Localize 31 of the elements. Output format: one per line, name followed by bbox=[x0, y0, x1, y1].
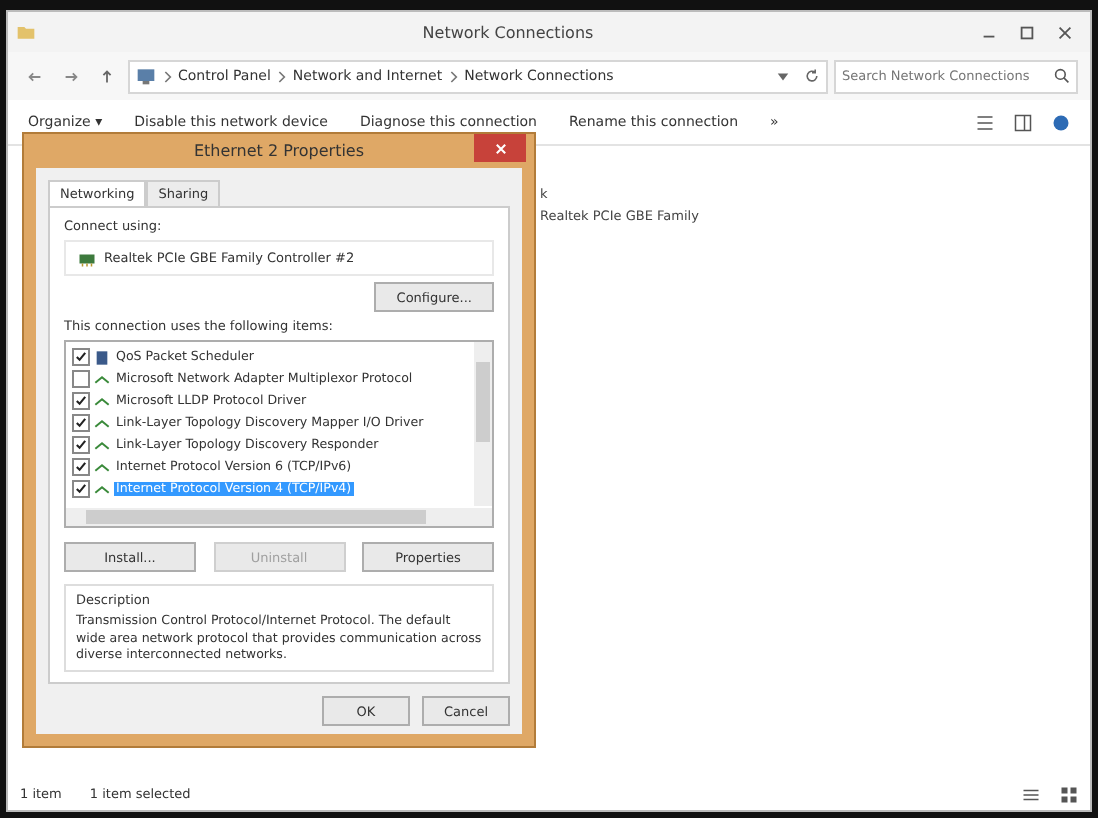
chevron-icon bbox=[448, 69, 459, 83]
checkbox[interactable] bbox=[72, 480, 90, 499]
tiles-view-icon[interactable] bbox=[1060, 785, 1078, 803]
up-arrow-icon[interactable] bbox=[98, 67, 116, 85]
chevron-icon bbox=[162, 69, 172, 83]
close-button[interactable] bbox=[474, 134, 526, 162]
folder-icon bbox=[16, 22, 36, 42]
chevron-icon bbox=[276, 69, 287, 83]
dialog-title: Ethernet 2 Properties bbox=[193, 142, 365, 161]
details-view-icon[interactable] bbox=[1022, 785, 1040, 803]
dropdown-icon[interactable] bbox=[776, 69, 790, 83]
close-icon[interactable] bbox=[1056, 23, 1074, 41]
checkbox[interactable] bbox=[72, 370, 90, 389]
checkbox[interactable] bbox=[72, 458, 90, 477]
back-arrow-icon[interactable] bbox=[26, 67, 44, 85]
checkbox[interactable] bbox=[72, 436, 90, 455]
checkbox[interactable] bbox=[72, 392, 90, 411]
maximize-icon[interactable] bbox=[1018, 23, 1036, 41]
close-icon bbox=[493, 141, 507, 155]
checkbox[interactable] bbox=[72, 348, 90, 367]
scheduler-icon bbox=[94, 349, 110, 366]
checkbox[interactable] bbox=[72, 414, 90, 433]
network-card-icon bbox=[78, 249, 96, 268]
search-icon bbox=[1054, 68, 1070, 84]
window-title: Network Connections bbox=[420, 23, 596, 41]
preview-pane-icon[interactable] bbox=[1014, 113, 1032, 131]
scrollbar[interactable] bbox=[66, 508, 492, 527]
scrollbar[interactable] bbox=[474, 342, 492, 507]
forward-arrow-icon[interactable] bbox=[62, 67, 80, 85]
view-options-icon[interactable] bbox=[976, 113, 994, 131]
refresh-icon[interactable] bbox=[804, 68, 820, 84]
